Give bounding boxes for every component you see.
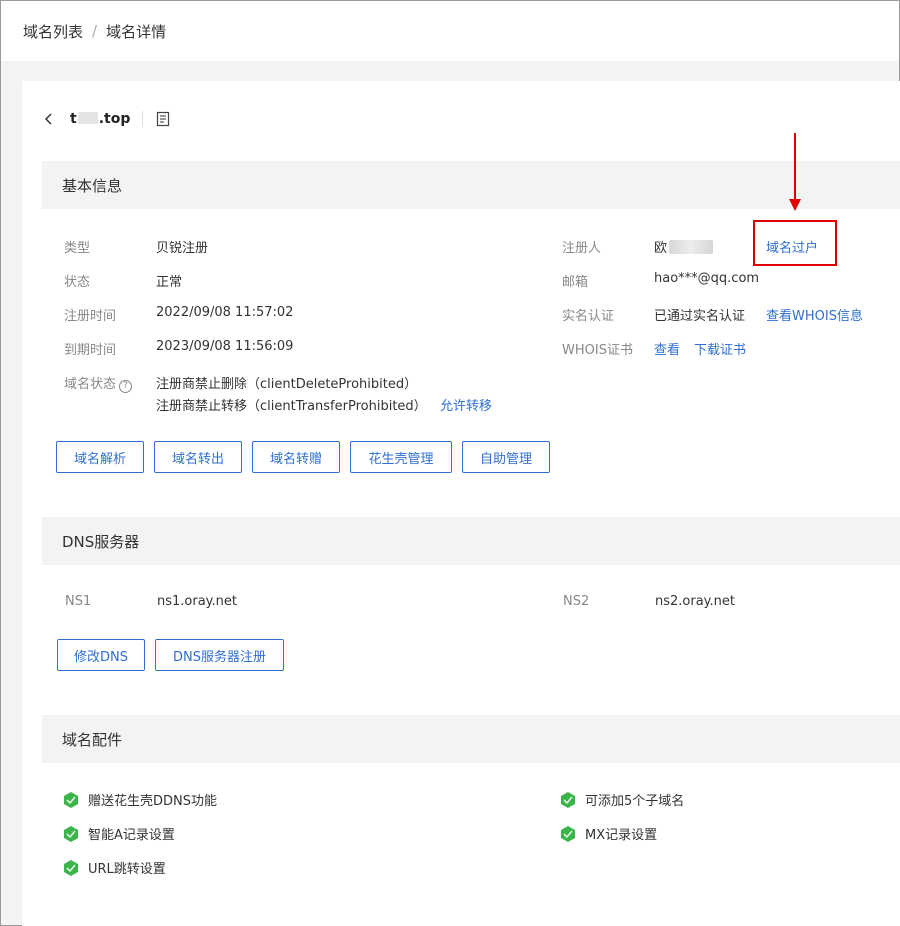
view-cert-link[interactable]: 查看 bbox=[654, 339, 680, 358]
annotation-arrow-head bbox=[789, 199, 801, 211]
section-dns: DNS服务器 bbox=[42, 517, 900, 565]
gift-domain-button[interactable]: 域名转赠 bbox=[252, 441, 340, 473]
registrant-label: 注册人 bbox=[562, 241, 602, 256]
registrant-value: 欧 bbox=[654, 237, 714, 256]
feature-item: 智能A记录设置 bbox=[62, 824, 175, 843]
feature-item: 赠送花生壳DDNS功能 bbox=[62, 790, 217, 809]
chevron-left-icon[interactable] bbox=[42, 112, 56, 126]
redacted-text bbox=[669, 240, 714, 254]
whois-cert-label: WHOIS证书 bbox=[562, 343, 633, 358]
domain-status-label: 域名状态? bbox=[64, 373, 133, 393]
breadcrumb: 域名列表 / 域名详情 bbox=[1, 1, 899, 61]
domain-header: t .top bbox=[42, 107, 171, 131]
type-label: 类型 bbox=[64, 241, 91, 256]
allow-transfer-link[interactable]: 允许转移 bbox=[440, 395, 492, 414]
divider bbox=[142, 111, 144, 127]
domain-status-line1: 注册商禁止删除（clientDeleteProhibited） bbox=[156, 377, 418, 392]
ns1-label: NS1 bbox=[65, 594, 92, 609]
section-title: DNS服务器 bbox=[62, 532, 140, 551]
download-cert-link[interactable]: 下载证书 bbox=[694, 339, 746, 358]
green-leaf-icon bbox=[561, 825, 575, 842]
transfer-out-button[interactable]: 域名转出 bbox=[154, 441, 242, 473]
type-value: 贝锐注册 bbox=[156, 241, 209, 256]
question-circle-icon[interactable]: ? bbox=[119, 380, 133, 393]
section-basic-info: 基本信息 bbox=[42, 161, 900, 209]
section-title: 基本信息 bbox=[62, 176, 123, 195]
ns2-value: ns2.oray.net bbox=[655, 594, 735, 609]
annotation-highlight-box bbox=[753, 220, 837, 266]
feature-item: 可添加5个子域名 bbox=[559, 790, 684, 809]
view-whois-link[interactable]: 查看WHOIS信息 bbox=[766, 305, 863, 324]
dns-server-register-button[interactable]: DNS服务器注册 bbox=[155, 639, 284, 671]
dns-resolve-button[interactable]: 域名解析 bbox=[56, 441, 144, 473]
register-time-value: 2022/09/08 11:57:02 bbox=[156, 305, 294, 320]
green-leaf-icon bbox=[561, 791, 575, 808]
annotation-arrow bbox=[794, 133, 796, 201]
email-label: 邮箱 bbox=[562, 275, 589, 290]
section-title: 域名配件 bbox=[62, 730, 123, 749]
self-manage-button[interactable]: 自助管理 bbox=[462, 441, 550, 473]
main-panel: t .top 基本信息 类型 贝锐注册 状态 正常 注册时间 2022/09/08… bbox=[22, 81, 900, 926]
domain-status-line2: 注册商禁止转移（clientTransferProhibited） bbox=[156, 399, 427, 414]
ns2-label: NS2 bbox=[563, 594, 590, 609]
register-time-label: 注册时间 bbox=[64, 309, 117, 324]
document-icon[interactable] bbox=[155, 111, 171, 127]
green-leaf-icon bbox=[64, 825, 78, 842]
ns1-value: ns1.oray.net bbox=[157, 594, 237, 609]
breadcrumb-domain-detail: 域名详情 bbox=[106, 22, 167, 41]
oray-manage-button[interactable]: 花生壳管理 bbox=[350, 441, 452, 473]
status-value: 正常 bbox=[156, 275, 183, 290]
section-accessories: 域名配件 bbox=[42, 715, 900, 763]
expire-time-value: 2023/09/08 11:56:09 bbox=[156, 339, 294, 354]
verification-label: 实名认证 bbox=[562, 309, 615, 324]
green-leaf-icon bbox=[64, 859, 78, 876]
green-leaf-icon bbox=[64, 791, 78, 808]
verification-value: 已通过实名认证 bbox=[654, 309, 746, 324]
email-value: hao***@qq.com bbox=[654, 271, 760, 286]
modify-dns-button[interactable]: 修改DNS bbox=[57, 639, 145, 671]
domain-name: t .top bbox=[70, 111, 131, 127]
feature-item: URL跳转设置 bbox=[62, 858, 166, 877]
feature-item: MX记录设置 bbox=[559, 824, 657, 843]
expire-time-label: 到期时间 bbox=[64, 343, 117, 358]
status-label: 状态 bbox=[64, 275, 91, 290]
breadcrumb-separator: / bbox=[92, 22, 98, 40]
breadcrumb-domain-list[interactable]: 域名列表 bbox=[23, 21, 83, 42]
